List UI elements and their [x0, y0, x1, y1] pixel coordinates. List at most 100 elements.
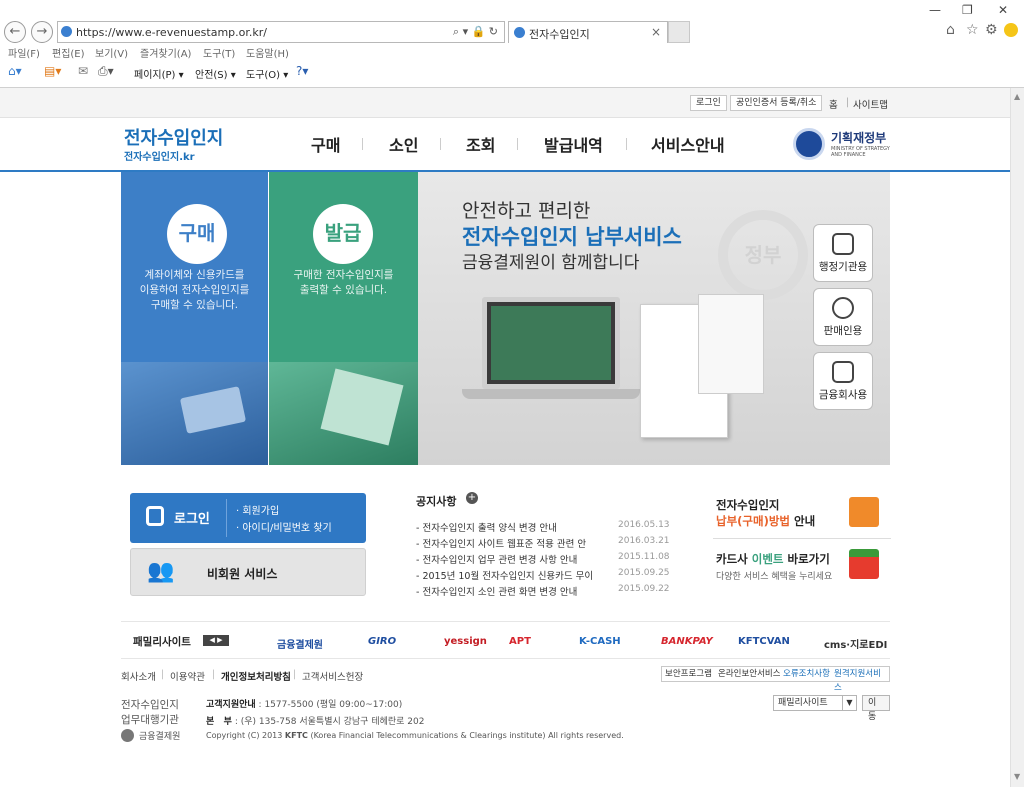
notice-item[interactable]: - 전자수입인지 소인 관련 화면 변경 안내 2015.09.22	[416, 584, 670, 598]
family-kcash[interactable]: K-CASH	[579, 636, 621, 647]
family-cms-giroedi[interactable]: cms·지로EDI	[824, 636, 887, 651]
cmd-page[interactable]: 페이지(P) ▾	[134, 66, 184, 81]
site-logo[interactable]: 전자수입인지	[124, 124, 223, 150]
minimize-icon[interactable]: —	[929, 3, 941, 17]
payment-guide-link[interactable]: 전자수입인지 납부(구매)방법 안내	[713, 493, 891, 539]
footer-sep: |	[212, 669, 216, 680]
seller-button[interactable]: 판매인용	[813, 288, 873, 346]
chevron-down-icon: ▼	[842, 696, 856, 710]
family-yessign[interactable]: yessign	[444, 636, 487, 647]
agency-button[interactable]: 행정기관용	[813, 224, 873, 282]
new-tab-button[interactable]	[668, 21, 690, 43]
nav-buy[interactable]: 구매	[311, 132, 340, 156]
menu-edit[interactable]: 편집(E)	[52, 45, 85, 60]
menu-favorites[interactable]: 즐겨찾기(A)	[140, 45, 191, 60]
menu-help[interactable]: 도움말(H)	[246, 45, 289, 60]
menu-file[interactable]: 파일(F)	[8, 45, 40, 60]
security-program-button[interactable]: 보안프로그램	[661, 666, 715, 682]
online-security-button[interactable]: 온라인보안서비스	[715, 666, 784, 682]
login-button[interactable]: 로그인	[174, 508, 210, 527]
issue-desc: 구매한 전자수입인지를 출력할 수 있습니다.	[293, 269, 394, 296]
vertical-scrollbar[interactable]: ▲ ▼	[1010, 88, 1024, 787]
footer-privacy[interactable]: 개인정보처리방침	[221, 669, 291, 683]
family-apt[interactable]: APT	[509, 636, 531, 647]
tab-favicon-icon	[514, 27, 525, 38]
family-giro[interactable]: GIRO	[368, 636, 396, 647]
family-sites-bar: 패밀리사이트 ◀ ▶ 금융결제원 GIRO yessign APT K-CASH…	[121, 621, 890, 659]
menu-tools[interactable]: 도구(T)	[203, 45, 235, 60]
util-login-button[interactable]: 로그인	[690, 95, 727, 111]
mail-icon[interactable]: ✉	[78, 64, 88, 78]
nav-divider	[626, 138, 627, 150]
footer-sep: |	[161, 669, 165, 680]
nav-history[interactable]: 발급내역	[544, 132, 603, 156]
financial-company-button[interactable]: 금융회사용	[813, 352, 873, 410]
gear-icon[interactable]: ⚙	[985, 22, 998, 38]
remote-support-button[interactable]: 원격지원서비스	[831, 666, 890, 693]
site-logo-sub[interactable]: 전자수입인지.kr	[124, 148, 195, 163]
join-link[interactable]: · 회원가입	[236, 502, 279, 517]
feeds-icon[interactable]: ▤▾	[44, 64, 61, 78]
family-kftc[interactable]: 금융결제원	[277, 636, 323, 651]
sitemap-link[interactable]: 사이트맵	[853, 97, 888, 111]
notice-item[interactable]: - 전자수입인지 사이트 웹표준 적용 관련 안 2016.03.21	[416, 536, 670, 550]
home-cmd-icon[interactable]: ⌂▾	[8, 64, 22, 78]
error-fix-button[interactable]: 오류조치사항	[780, 666, 833, 682]
browser-tab[interactable]: 전자수입인지 ×	[508, 21, 668, 43]
nav-divider	[517, 138, 518, 150]
nav-lookup[interactable]: 조회	[466, 132, 495, 156]
help-icon[interactable]: ?▾	[296, 64, 308, 78]
footer-terms[interactable]: 이용약관	[170, 669, 205, 683]
scroll-up-icon[interactable]: ▲	[1014, 92, 1020, 101]
notice-more-icon[interactable]: +	[466, 492, 478, 504]
financial-icon	[832, 361, 854, 383]
agency-icon	[832, 233, 854, 255]
cert-register-button[interactable]: 공인인증서 등록/취소	[730, 95, 823, 111]
url-text: https://www.e-revenuestamp.or.kr/	[76, 26, 267, 39]
nav-service[interactable]: 서비스안내	[651, 132, 725, 156]
stamp-document-back	[698, 294, 764, 394]
scroll-down-icon[interactable]: ▼	[1014, 772, 1020, 781]
tab-close-icon[interactable]: ×	[651, 25, 661, 39]
family-bankpay[interactable]: BANKPAY	[661, 636, 713, 647]
footer-charter[interactable]: 고객서비스헌장	[302, 669, 363, 683]
ministry-emblem-icon	[793, 128, 825, 160]
footer-sep: |	[293, 669, 297, 680]
notice-item[interactable]: - 2015년 10월 전자수입인지 신용카드 무이 2015.09.25	[416, 568, 670, 582]
forward-icon[interactable]: →	[31, 21, 53, 43]
family-scroll-arrows-icon[interactable]: ◀ ▶	[203, 635, 229, 646]
close-window-icon[interactable]: ✕	[998, 3, 1008, 17]
home-icon[interactable]: ⌂	[946, 22, 955, 38]
search-lock-refresh-icon[interactable]: ⌕ ▾ 🔒 ↻	[453, 25, 498, 39]
cmd-safety[interactable]: 안전(S) ▾	[195, 66, 236, 81]
notice-item[interactable]: - 전자수입인지 업무 관련 변경 사항 안내 2015.11.08	[416, 552, 670, 566]
issue-panel[interactable]: 발급 구매한 전자수입인지를 출력할 수 있습니다.	[269, 172, 418, 465]
ministry-logo[interactable]: 기획재정부 MINISTRY OF STRATEGY AND FINANCE	[793, 126, 893, 162]
family-site-select[interactable]: 패밀리사이트 ▼	[773, 695, 857, 711]
home-link[interactable]: 홈	[829, 97, 838, 111]
buy-panel[interactable]: 구매 계좌이체와 신용카드를 이용하여 전자수입인지를 구매할 수 있습니다.	[121, 172, 268, 465]
back-icon[interactable]: ←	[4, 21, 26, 43]
service-banner: 안전하고 편리한 전자수입인지 납부서비스 금융결제원이 함께합니다 정부 행정…	[418, 172, 890, 465]
footer-about[interactable]: 회사소개	[121, 669, 156, 683]
address-bar[interactable]: https://www.e-revenuestamp.or.kr/ ⌕ ▾ 🔒 …	[57, 21, 505, 43]
favorites-star-icon[interactable]: ☆	[966, 22, 979, 38]
hero-banner: 구매 계좌이체와 신용카드를 이용하여 전자수입인지를 구매할 수 있습니다. …	[121, 172, 890, 465]
notice-item[interactable]: - 전자수입인지 출력 양식 변경 안내 2016.05.13	[416, 520, 670, 534]
cmd-tools[interactable]: 도구(O) ▾	[246, 66, 288, 81]
find-id-pw-link[interactable]: · 아이디/비밀번호 찾기	[236, 519, 332, 534]
guest-service-button[interactable]: 👥 비회원 서비스	[130, 548, 366, 596]
menu-view[interactable]: 보기(V)	[95, 45, 128, 60]
nav-cancel[interactable]: 소인	[389, 132, 418, 156]
document-shape	[320, 368, 404, 446]
print-icon[interactable]: ⎙▾	[98, 64, 114, 79]
smiley-feedback-icon[interactable]	[1004, 23, 1018, 37]
go-button[interactable]: 이동	[862, 695, 890, 722]
restore-icon[interactable]: ❐	[962, 3, 973, 17]
family-kftcvan[interactable]: KFTCVAN	[738, 636, 790, 647]
card-event-link[interactable]: 카드사 이벤트 바로가기 다양한 서비스 혜택을 누리세요	[713, 543, 891, 589]
login-box: 로그인 · 회원가입 · 아이디/비밀번호 찾기	[130, 493, 366, 543]
stamp-print-image	[269, 362, 418, 465]
site-header: 전자수입인지 전자수입인지.kr 구매 소인 조회 발급내역 서비스안내 기획재…	[0, 118, 1010, 172]
tab-title: 전자수입인지	[529, 28, 590, 41]
